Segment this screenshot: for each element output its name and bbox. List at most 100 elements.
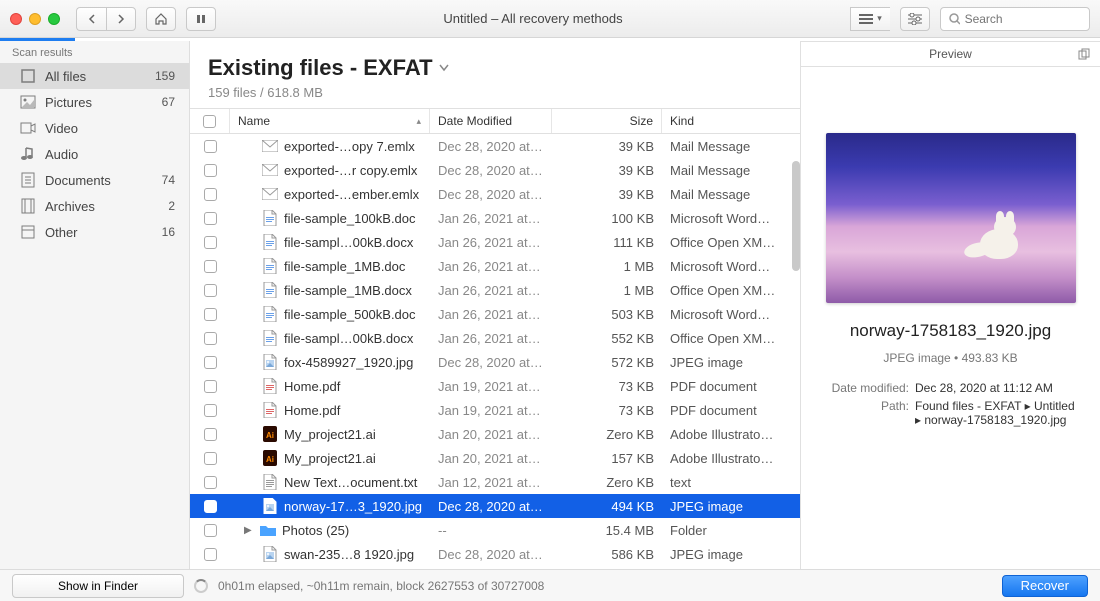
preview-header: Preview xyxy=(801,41,1100,67)
show-in-finder-button[interactable]: Show in Finder xyxy=(12,574,184,598)
sidebar-item-other[interactable]: Other16 xyxy=(0,219,189,245)
row-checkbox[interactable] xyxy=(204,308,217,321)
zoom-window[interactable] xyxy=(48,13,60,25)
settings-button[interactable] xyxy=(900,7,930,31)
row-kind: Microsoft Word… xyxy=(662,259,800,274)
row-checkbox[interactable] xyxy=(204,356,217,369)
file-row[interactable]: exported-…opy 7.emlxDec 28, 2020 at…39 K… xyxy=(190,134,800,158)
row-checkbox[interactable] xyxy=(204,548,217,561)
home-button[interactable] xyxy=(146,7,176,31)
copy-icon[interactable] xyxy=(1078,48,1090,60)
content: Existing files - EXFAT 159 files / 618.8… xyxy=(190,41,800,569)
sidebar-item-documents[interactable]: Documents74 xyxy=(0,167,189,193)
file-row[interactable]: file-sample_500kB.docJan 26, 2021 at…503… xyxy=(190,302,800,326)
row-checkbox[interactable] xyxy=(204,380,217,393)
row-size: 586 KB xyxy=(552,547,662,562)
row-checkbox[interactable] xyxy=(204,236,217,249)
column-date[interactable]: Date Modified xyxy=(430,109,552,133)
recover-button[interactable]: Recover xyxy=(1002,575,1088,597)
file-row[interactable]: file-sample_1MB.docxJan 26, 2021 at…1 MB… xyxy=(190,278,800,302)
search-field[interactable] xyxy=(940,7,1090,31)
scrollbar[interactable] xyxy=(792,161,800,271)
row-checkbox[interactable] xyxy=(204,284,217,297)
sidebar-item-video[interactable]: Video xyxy=(0,115,189,141)
file-row[interactable]: file-sample_100kB.docJan 26, 2021 at…100… xyxy=(190,206,800,230)
file-row[interactable]: AiMy_project21.aiJan 20, 2021 at…Zero KB… xyxy=(190,422,800,446)
file-row[interactable]: New Text…ocument.txtJan 12, 2021 at 1…Ze… xyxy=(190,470,800,494)
file-row[interactable]: file-sampl…00kB.docxJan 26, 2021 at…552 … xyxy=(190,326,800,350)
file-jpg-icon xyxy=(262,498,278,514)
column-checkbox[interactable] xyxy=(190,109,230,133)
row-checkbox[interactable] xyxy=(204,404,217,417)
row-date: -- xyxy=(430,523,552,538)
sidebar-item-audio[interactable]: Audio xyxy=(0,141,189,167)
content-title: Existing files - EXFAT xyxy=(208,55,433,81)
row-checkbox[interactable] xyxy=(204,332,217,345)
row-date: Jan 26, 2021 at… xyxy=(430,235,552,250)
file-row[interactable]: swan-235…8 1920.jpgDec 28, 2020 at…586 K… xyxy=(190,542,800,566)
sidebar-item-label: Pictures xyxy=(45,95,92,110)
file-row[interactable]: AiMy_project21.aiJan 20, 2021 at…157 KBA… xyxy=(190,446,800,470)
row-name: file-sample_1MB.docx xyxy=(230,282,430,298)
window-title: Untitled – All recovery methods xyxy=(226,11,840,26)
row-checkbox[interactable] xyxy=(204,140,217,153)
forward-button[interactable] xyxy=(106,7,136,31)
row-size: 73 KB xyxy=(552,403,662,418)
sidebar-item-all-files[interactable]: All files159 xyxy=(0,63,189,89)
file-row[interactable]: fox-4589927_1920.jpgDec 28, 2020 at…572 … xyxy=(190,350,800,374)
chevron-down-icon[interactable] xyxy=(439,64,449,72)
column-name[interactable]: Name▴ xyxy=(230,109,430,133)
disclosure-triangle-icon[interactable]: ▶ xyxy=(244,525,254,536)
row-date: Jan 20, 2021 at… xyxy=(430,427,552,442)
file-row[interactable]: exported-…r copy.emlxDec 28, 2020 at…39 … xyxy=(190,158,800,182)
preview-date-value: Dec 28, 2020 at 11:12 AM xyxy=(915,381,1082,395)
archive-icon xyxy=(20,198,36,214)
pause-button[interactable] xyxy=(186,7,216,31)
row-date: Jan 26, 2021 at… xyxy=(430,307,552,322)
minimize-window[interactable] xyxy=(29,13,41,25)
row-checkbox[interactable] xyxy=(204,212,217,225)
sidebar-item-archives[interactable]: Archives2 xyxy=(0,193,189,219)
file-ai-icon: Ai xyxy=(262,450,278,466)
row-kind: Office Open XM… xyxy=(662,283,800,298)
row-kind: Office Open XM… xyxy=(662,331,800,346)
row-date: Jan 19, 2021 at… xyxy=(430,379,552,394)
file-mail-icon xyxy=(262,186,278,202)
row-checkbox[interactable] xyxy=(204,428,217,441)
sidebar-item-label: Documents xyxy=(45,173,111,188)
row-date: Dec 28, 2020 at… xyxy=(430,163,552,178)
audio-icon xyxy=(20,146,36,162)
view-mode-button[interactable]: ▾ xyxy=(850,7,890,31)
column-size[interactable]: Size xyxy=(552,109,662,133)
file-row[interactable]: norway-17…3_1920.jpgDec 28, 2020 at…494 … xyxy=(190,494,800,518)
search-input[interactable] xyxy=(965,12,1081,26)
row-checkbox[interactable] xyxy=(204,260,217,273)
file-row[interactable]: Home.pdfJan 19, 2021 at…73 KBPDF documen… xyxy=(190,398,800,422)
file-pdf-icon xyxy=(262,378,278,394)
row-checkbox[interactable] xyxy=(204,452,217,465)
row-checkbox[interactable] xyxy=(204,524,217,537)
row-checkbox[interactable] xyxy=(204,164,217,177)
column-kind[interactable]: Kind xyxy=(662,109,800,133)
row-checkbox[interactable] xyxy=(204,188,217,201)
file-row[interactable]: Home.pdfJan 19, 2021 at…73 KBPDF documen… xyxy=(190,374,800,398)
file-row[interactable]: ▶Photos (25)--15.4 MBFolder xyxy=(190,518,800,542)
preview-filename: norway-1758183_1920.jpg xyxy=(815,321,1086,341)
row-checkbox[interactable] xyxy=(204,500,217,513)
file-row[interactable]: file-sample_1MB.docJan 26, 2021 at…1 MBM… xyxy=(190,254,800,278)
svg-text:Ai: Ai xyxy=(266,455,274,464)
row-size: Zero KB xyxy=(552,427,662,442)
file-row[interactable]: file-sampl…00kB.docxJan 26, 2021 at…111 … xyxy=(190,230,800,254)
sidebar-item-pictures[interactable]: Pictures67 xyxy=(0,89,189,115)
row-name: file-sample_500kB.doc xyxy=(230,306,430,322)
file-ai-icon: Ai xyxy=(262,426,278,442)
close-window[interactable] xyxy=(10,13,22,25)
sidebar-item-label: Audio xyxy=(45,147,78,162)
preview-pane: Preview norway-1758183_1920.jpg JPEG ima… xyxy=(800,41,1100,569)
row-checkbox[interactable] xyxy=(204,476,217,489)
file-row[interactable]: exported-…ember.emlxDec 28, 2020 at…39 K… xyxy=(190,182,800,206)
back-button[interactable] xyxy=(76,7,106,31)
row-kind: JPEG image xyxy=(662,355,800,370)
preview-subtitle: JPEG image • 493.83 KB xyxy=(815,351,1086,365)
file-doc-icon xyxy=(262,258,278,274)
